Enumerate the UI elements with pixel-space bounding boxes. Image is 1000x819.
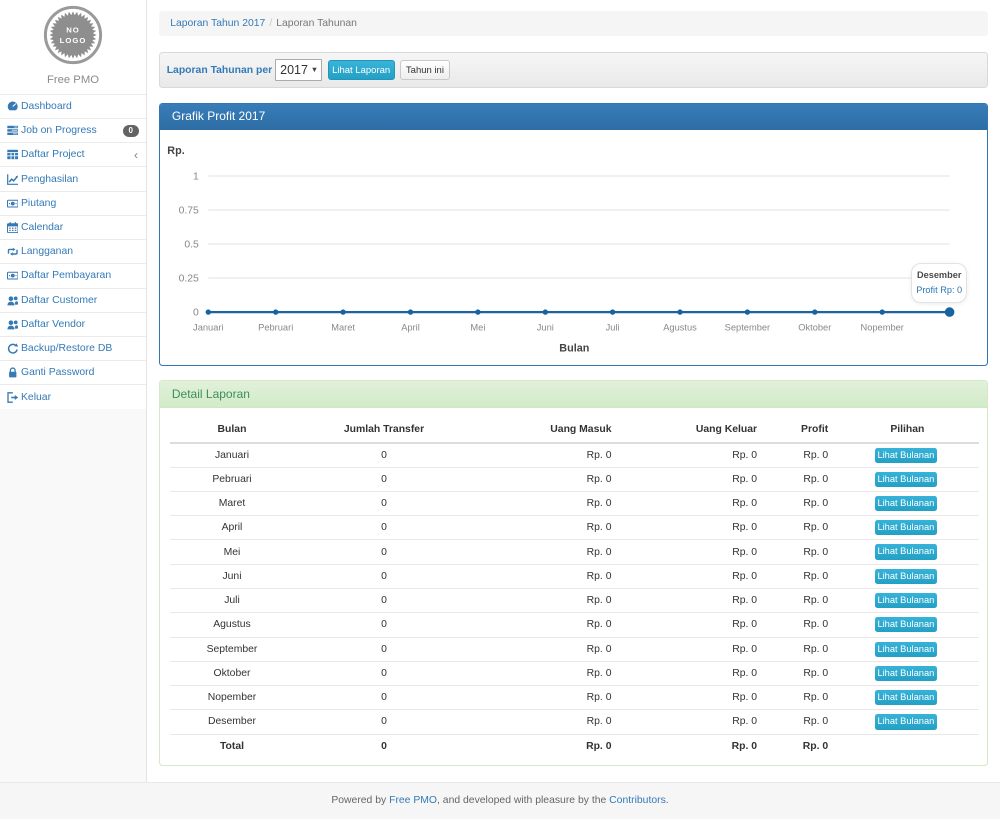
svg-text:LOGO: LOGO [60, 36, 87, 45]
svg-text:September: September [724, 323, 769, 333]
svg-text:Mei: Mei [470, 323, 485, 333]
svg-text:1: 1 [193, 172, 199, 183]
svg-text:Juli: Juli [605, 323, 619, 333]
svg-text:0.75: 0.75 [178, 206, 198, 217]
svg-text:Maret: Maret [331, 323, 355, 333]
svg-text:Juni: Juni [536, 323, 553, 333]
svg-text:Rp.: Rp. [167, 145, 184, 157]
svg-text:Oktober: Oktober [798, 323, 831, 333]
svg-text:0.5: 0.5 [184, 240, 199, 251]
svg-text:Pebruari: Pebruari [258, 323, 293, 333]
svg-text:Januari: Januari [193, 323, 224, 333]
svg-text:April: April [401, 323, 420, 333]
svg-text:NO: NO [66, 26, 80, 35]
svg-text:0.25: 0.25 [178, 274, 198, 285]
svg-text:Agustus: Agustus [663, 323, 697, 333]
svg-text:Nopember: Nopember [860, 323, 903, 333]
svg-text:Bulan: Bulan [559, 342, 589, 354]
svg-text:0: 0 [193, 308, 199, 319]
